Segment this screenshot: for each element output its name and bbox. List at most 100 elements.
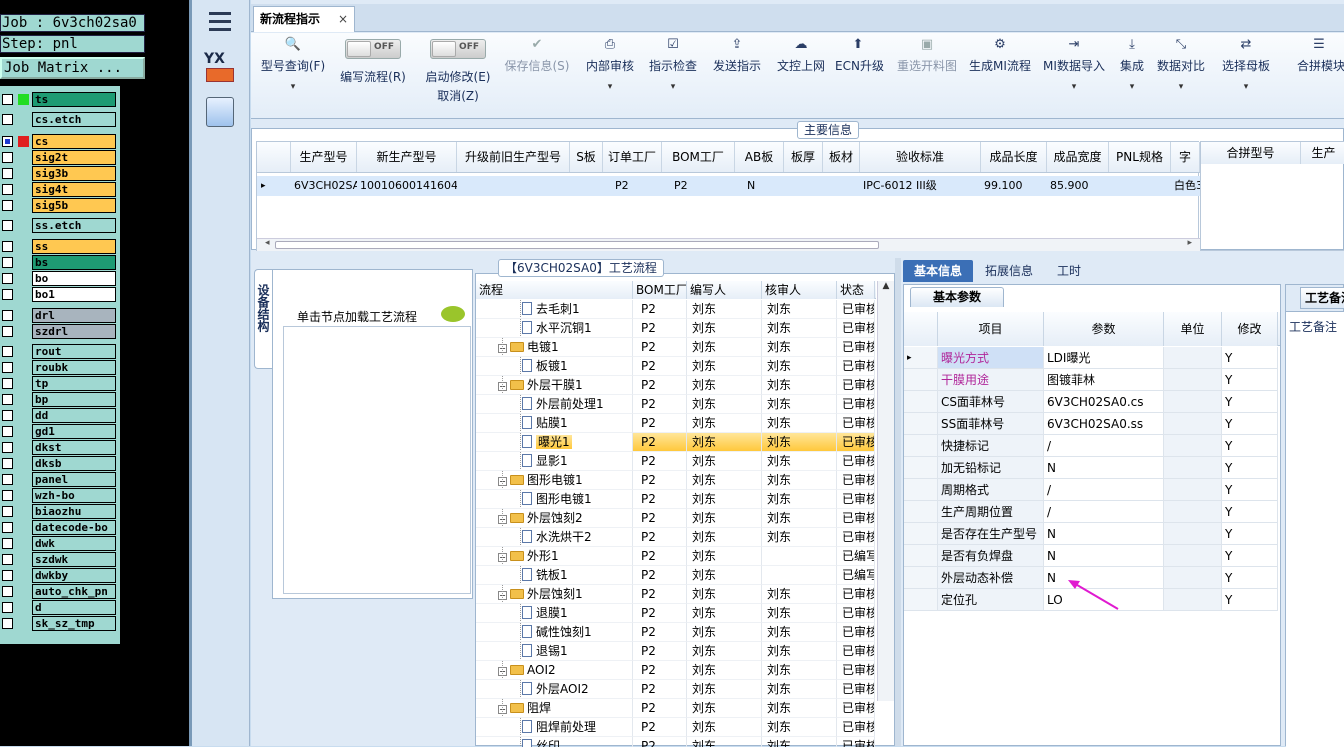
toolbar-button-3[interactable]: ✔ 保存信息(S) <box>501 33 573 119</box>
layer-name[interactable]: bs <box>32 255 116 270</box>
main-col-header[interactable]: PNL规格 <box>1109 142 1171 172</box>
main-cell[interactable]: P2 <box>603 176 662 196</box>
layer-row[interactable]: drl <box>0 308 118 323</box>
main-col-header[interactable]: 板厚 <box>784 142 823 172</box>
tab-remarks[interactable]: 工艺备注 <box>1300 287 1344 309</box>
layer-name[interactable]: panel <box>32 472 116 487</box>
param-cell-value[interactable]: 6V3CH02SA0.cs <box>1044 391 1164 413</box>
process-row[interactable]: 铣板1 P2 刘东 已编写 <box>476 566 875 585</box>
layer-row[interactable]: bo <box>0 271 118 286</box>
layer-checkbox[interactable] <box>2 289 13 300</box>
chevron-down-icon[interactable]: ▾ <box>647 82 699 92</box>
main-col-header[interactable]: 升级前旧生产型号 <box>457 142 570 172</box>
main-cell[interactable] <box>784 176 823 196</box>
layer-row[interactable]: ss <box>0 239 118 254</box>
process-col-header[interactable]: 流程 <box>476 281 633 299</box>
layer-row[interactable]: cs <box>0 134 118 149</box>
main-cell[interactable]: N <box>735 176 784 196</box>
params-col-header[interactable]: 修改 <box>1222 312 1278 346</box>
layer-row[interactable]: gd1 <box>0 424 118 439</box>
layer-checkbox[interactable] <box>2 346 13 357</box>
layer-name[interactable]: sig3b <box>32 166 116 181</box>
toolbar-button-5[interactable]: ☑ 指示检查 ▾ <box>647 33 699 119</box>
chevron-down-icon[interactable]: ▾ <box>1154 82 1208 92</box>
process-row[interactable]: − AOI2 P2 刘东 刘东 已审核 <box>476 661 875 680</box>
layer-row[interactable]: bs <box>0 255 118 270</box>
main-col-header[interactable]: BOM工厂 <box>662 142 735 172</box>
process-row[interactable]: − 外层蚀刻2 P2 刘东 刘东 已审核 <box>476 509 875 528</box>
layer-checkbox[interactable] <box>2 490 13 501</box>
layer-row[interactable]: sig4t <box>0 182 118 197</box>
param-cell-value[interactable]: / <box>1044 435 1164 457</box>
layer-name[interactable]: datecode-bo <box>32 520 116 535</box>
main-col-header[interactable]: 字 <box>1171 142 1200 172</box>
toolbar-button-0[interactable]: 🔍 型号查询(F) ▾ <box>257 33 329 119</box>
layer-row[interactable]: rout <box>0 344 118 359</box>
main-col-header[interactable]: S板 <box>570 142 603 172</box>
layer-name[interactable]: cs <box>32 134 116 149</box>
calculator-icon[interactable] <box>206 97 234 127</box>
layer-name[interactable]: roubk <box>32 360 116 375</box>
layer-checkbox[interactable] <box>2 310 13 321</box>
layer-checkbox[interactable] <box>2 241 13 252</box>
layer-name[interactable]: tp <box>32 376 116 391</box>
subtab-basic-params[interactable]: 基本参数 <box>910 287 1004 307</box>
layer-row[interactable]: ts <box>0 92 118 107</box>
main-col-header[interactable]: 板材 <box>823 142 860 172</box>
process-row[interactable]: 退膜1 P2 刘东 刘东 已审核 <box>476 604 875 623</box>
process-col-header[interactable]: 编写人 <box>687 281 762 299</box>
param-cell-value[interactable]: 图镀菲林 <box>1044 369 1164 391</box>
main-cell[interactable] <box>1109 176 1171 196</box>
layer-row[interactable]: sig5b <box>0 198 118 213</box>
process-row[interactable]: − 外层干膜1 P2 刘东 刘东 已审核 <box>476 376 875 395</box>
process-row[interactable]: − 图形电镀1 P2 刘东 刘东 已审核 <box>476 471 875 490</box>
process-row[interactable]: 贴膜1 P2 刘东 刘东 已审核 <box>476 414 875 433</box>
process-row[interactable]: − 阻焊 P2 刘东 刘东 已审核 <box>476 699 875 718</box>
process-row[interactable]: 曝光1 P2 刘东 刘东 已审核 <box>476 433 875 452</box>
param-cell-value[interactable]: N <box>1044 523 1164 545</box>
layer-checkbox[interactable] <box>2 136 13 147</box>
layer-checkbox[interactable] <box>2 522 13 533</box>
param-row[interactable]: CS面菲林号 6V3CH02SA0.cs Y <box>904 391 1280 413</box>
layer-row[interactable]: dd <box>0 408 118 423</box>
layer-row[interactable]: wzh-bo <box>0 488 118 503</box>
chevron-down-icon[interactable]: ▾ <box>1115 82 1149 92</box>
process-col-header[interactable]: 核审人 <box>762 281 837 299</box>
toolbar-button-9[interactable]: ▣ 重选开料图 <box>893 33 961 119</box>
main-cell[interactable]: IPC-6012 III级 <box>860 176 981 196</box>
layer-checkbox[interactable] <box>2 586 13 597</box>
layer-name[interactable]: dwkby <box>32 568 116 583</box>
layer-checkbox[interactable] <box>2 220 13 231</box>
layer-row[interactable]: dkst <box>0 440 118 455</box>
layer-row[interactable]: ss.etch <box>0 218 118 233</box>
layer-name[interactable]: bo <box>32 271 116 286</box>
tab-new-process[interactable]: 新流程指示 × <box>253 6 355 32</box>
layer-checkbox[interactable] <box>2 273 13 284</box>
process-row[interactable]: 去毛刺1 P2 刘东 刘东 已审核 <box>476 300 875 319</box>
layer-name[interactable]: sig4t <box>32 182 116 197</box>
process-col-header[interactable]: 状态 <box>837 281 875 299</box>
layer-name[interactable]: bo1 <box>32 287 116 302</box>
layer-row[interactable]: sig3b <box>0 166 118 181</box>
layer-name[interactable]: dwk <box>32 536 116 551</box>
layer-name[interactable]: bp <box>32 392 116 407</box>
main-cell[interactable]: 白色3 <box>1171 176 1200 196</box>
job-matrix-button[interactable]: Job Matrix ... <box>0 57 145 79</box>
param-cell-value[interactable]: N <box>1044 457 1164 479</box>
layer-checkbox[interactable] <box>2 168 13 179</box>
layer-row[interactable]: datecode-bo <box>0 520 118 535</box>
params-tab-1[interactable]: 拓展信息 <box>975 260 1043 282</box>
toolbar-button-15[interactable]: ☰ 合拼模块 <box>1297 33 1344 119</box>
layer-checkbox[interactable] <box>2 474 13 485</box>
layer-checkbox[interactable] <box>2 94 13 105</box>
layer-name[interactable]: dksb <box>32 456 116 471</box>
main-col-header[interactable]: 成品长度 <box>981 142 1047 172</box>
toolbar-button-6[interactable]: ⇪ 发送指示 <box>709 33 765 119</box>
main-cell[interactable]: 6V3CH02SA0 <box>291 176 357 196</box>
layer-row[interactable]: panel <box>0 472 118 487</box>
yx-logo-icon[interactable]: YX <box>204 52 238 86</box>
toolbar-button-11[interactable]: ⇥ MI数据导入 ▾ <box>1041 33 1107 119</box>
param-row[interactable]: 干膜用途 图镀菲林 Y <box>904 369 1280 391</box>
layer-row[interactable]: d <box>0 600 118 615</box>
layer-checkbox[interactable] <box>2 410 13 421</box>
